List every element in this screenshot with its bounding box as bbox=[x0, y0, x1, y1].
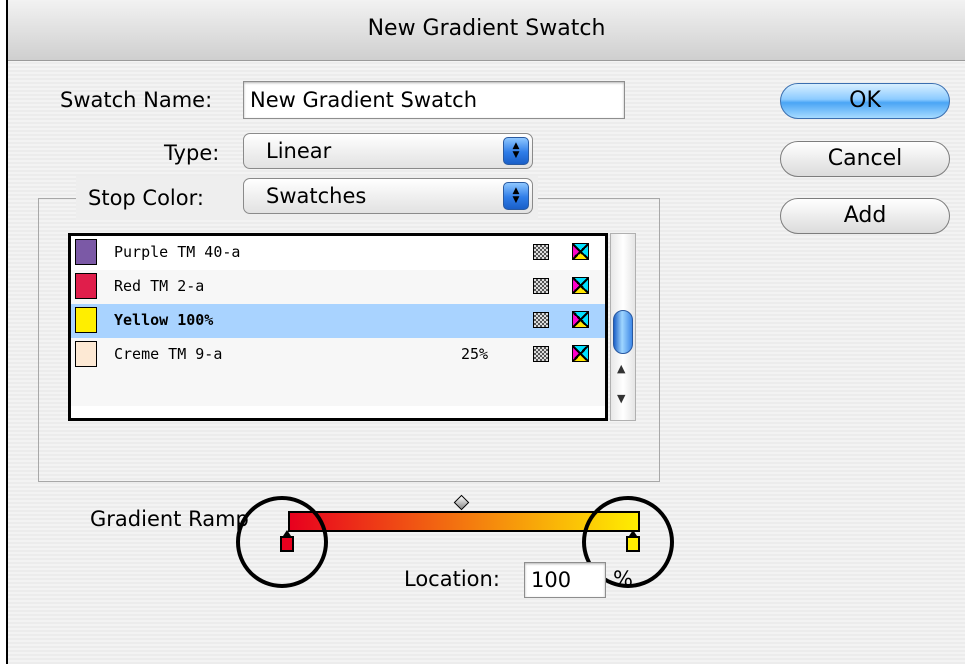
cmyk-mode-icon bbox=[572, 345, 589, 362]
process-color-icon bbox=[533, 278, 549, 294]
process-color-icon bbox=[533, 312, 549, 328]
popup-arrows-icon: ▲ ▼ bbox=[503, 137, 529, 165]
color-chip bbox=[75, 273, 97, 299]
swatch-name-label: Swatch Name: bbox=[60, 88, 213, 112]
gradient-swatch-dialog: New Gradient Swatch Swatch Name: Type: L… bbox=[6, 0, 965, 664]
ok-button[interactable]: OK bbox=[780, 83, 950, 119]
stop-color-popup[interactable]: Swatches ▲ ▼ bbox=[243, 178, 533, 214]
color-chip bbox=[75, 239, 97, 265]
swatch-name: Creme TM 9-a bbox=[114, 345, 223, 363]
cmyk-mode-icon bbox=[572, 277, 589, 294]
add-button[interactable]: Add bbox=[780, 198, 950, 234]
scrollbar-thumb[interactable] bbox=[613, 310, 633, 354]
color-chip bbox=[75, 341, 97, 367]
scroll-down-icon[interactable]: ▼ bbox=[617, 392, 625, 405]
location-field[interactable] bbox=[524, 562, 606, 598]
list-item[interactable]: Red TM 2-a bbox=[71, 270, 605, 305]
type-selected: Linear bbox=[266, 139, 332, 163]
process-color-icon bbox=[533, 244, 549, 260]
list-item[interactable]: Purple TM 40-a bbox=[71, 236, 605, 271]
stop-color-selected: Swatches bbox=[266, 184, 367, 208]
swatch-name: Red TM 2-a bbox=[114, 277, 205, 295]
list-item-selected[interactable]: Yellow 100% bbox=[71, 304, 605, 339]
color-chip bbox=[75, 307, 97, 333]
list-item[interactable]: Creme TM 9-a 25% bbox=[71, 338, 605, 373]
scroll-up-icon[interactable]: ▲ bbox=[617, 362, 625, 375]
popup-arrows-icon: ▲ ▼ bbox=[503, 182, 529, 210]
cancel-button[interactable]: Cancel bbox=[780, 141, 950, 177]
swatch-list[interactable]: Purple TM 40-a Red TM 2-a Yellow 100% Cr… bbox=[68, 233, 608, 421]
swatch-name: Purple TM 40-a bbox=[114, 243, 241, 261]
swatch-list-scrollbar[interactable]: ▲ ▼ bbox=[610, 233, 636, 421]
stop-color-label: Stop Color: bbox=[88, 186, 204, 210]
cmyk-mode-icon bbox=[572, 243, 589, 260]
swatch-name: Yellow 100% bbox=[114, 311, 214, 329]
dialog-title: New Gradient Swatch bbox=[367, 16, 606, 41]
swatch-name-field[interactable] bbox=[243, 81, 625, 119]
midpoint-diamond-icon[interactable] bbox=[453, 494, 470, 511]
title-bar[interactable]: New Gradient Swatch bbox=[8, 0, 965, 61]
list-empty-row bbox=[71, 372, 605, 406]
location-label: Location: bbox=[404, 567, 500, 591]
location-unit: % bbox=[613, 567, 633, 591]
type-popup[interactable]: Linear ▲ ▼ bbox=[243, 133, 533, 169]
swatch-tint: 25% bbox=[461, 345, 489, 363]
cmyk-mode-icon bbox=[572, 311, 589, 328]
type-label: Type: bbox=[164, 141, 220, 165]
process-color-icon bbox=[533, 346, 549, 362]
highlight-circle bbox=[236, 496, 328, 588]
gradient-ramp-label: Gradient Ramp bbox=[90, 507, 249, 531]
